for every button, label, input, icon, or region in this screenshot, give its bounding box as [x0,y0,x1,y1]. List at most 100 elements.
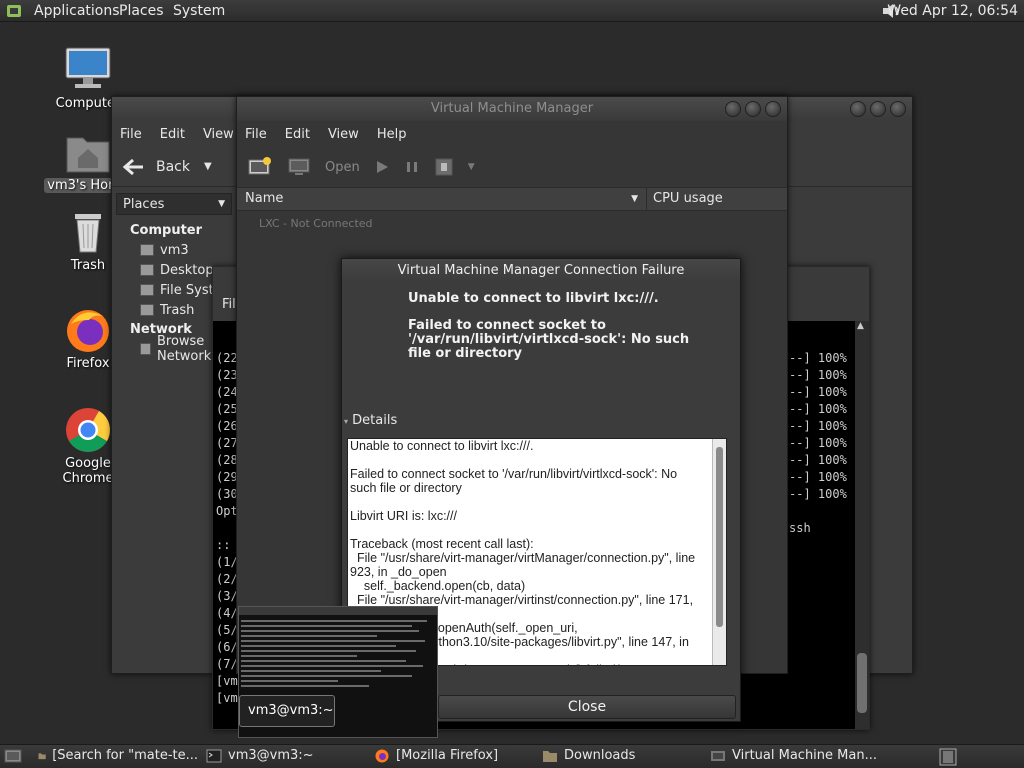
computer-icon [63,46,113,94]
preview-line [241,655,358,657]
column-cpu[interactable]: CPU usage [647,188,729,210]
scroll-up-icon[interactable]: ▲ [857,321,864,331]
menu-help[interactable]: Help [377,127,417,142]
preview-label: vm3@vm3:~ [239,695,335,727]
menu-edit[interactable]: Edit [285,127,320,142]
column-name[interactable]: Name ▼ [237,188,647,210]
terminal-line: (6/ [216,640,238,654]
desktop-icon-label: Firefox [66,356,110,371]
preview-line [241,680,338,682]
scrollbar-thumb[interactable] [716,447,723,627]
terminal-progress-line: --] 100% [789,385,847,399]
virt-manager-titlebar[interactable]: Virtual Machine Manager [237,97,787,121]
details-expander[interactable]: ▾ Details [344,413,397,428]
pause-icon[interactable] [404,159,420,175]
menu-file[interactable]: File [245,127,277,142]
preview-line [241,670,381,672]
minimize-button[interactable] [850,101,866,117]
maximize-button[interactable] [745,101,761,117]
window-buttons [850,101,906,117]
play-icon[interactable] [374,159,390,175]
sidebar-item-label: Trash [160,302,195,318]
terminal-line: (7/ [216,657,238,671]
error-secondary-text: Failed to connect socket to '/var/run/li… [408,318,690,361]
firefox-icon [375,749,389,762]
sidebar-item-label: vm3 [160,242,189,258]
close-button[interactable]: Close [438,695,736,719]
terminal-line: :: [216,538,231,552]
trash-icon [140,304,154,316]
open-button[interactable]: Open [325,160,360,175]
home-folder-icon [63,128,113,176]
workspace-switcher-icon[interactable] [938,748,958,766]
menu-view[interactable]: View [328,127,369,142]
terminal-scrollbar[interactable]: ▲ [855,321,869,729]
chevron-down-icon[interactable]: ▼ [204,161,212,172]
show-desktop-icon[interactable] [4,748,22,764]
sidebar-item-vm3[interactable]: vm3 [112,240,236,260]
terminal-menu-file[interactable]: Fil [222,297,236,312]
terminal-line: (29 [216,470,238,484]
chrome-icon [63,406,113,454]
virt-manager-toolbar: Open ▼ [237,147,787,187]
mate-logo-icon[interactable] [6,3,22,19]
terminal-line: (25 [216,402,238,416]
dialog-title: Virtual Machine Manager Connection Failu… [342,259,740,281]
shutdown-icon[interactable] [434,157,454,177]
error-primary-text: Unable to connect to libvirt lxc:///. [408,291,659,306]
drive-icon [140,284,154,296]
desktop-icon-label: Trash [70,258,106,273]
taskbar-item-terminal[interactable]: vm3@vm3:~ [206,748,366,763]
window-title: Virtual Machine Manager [430,101,594,116]
window-preview-popup[interactable]: vm3@vm3:~ [238,606,438,738]
bottom-panel: [Search for "mate-te... vm3@vm3:~ [Mozil… [0,744,1024,768]
terminal-line: (23 [216,368,238,382]
firefox-icon [63,306,113,354]
system-menu[interactable]: System [173,3,225,19]
scrollbar-thumb[interactable] [857,653,867,713]
new-vm-icon[interactable] [247,156,273,178]
close-button[interactable] [765,101,781,117]
close-button[interactable] [890,101,906,117]
terminal-line: (27 [216,436,238,450]
taskbar-label: [Mozilla Firefox] [396,748,499,763]
preview-line [241,645,397,647]
back-arrow-icon[interactable] [122,157,146,177]
taskbar-label: vm3@vm3:~ [228,748,314,763]
preview-line [241,620,428,622]
virt-manager-menubar: File Edit View Help [237,121,787,147]
vm-list-header: Name ▼ CPU usage [237,187,787,211]
menu-file[interactable]: File [120,127,152,142]
taskbar-label: [Search for "mate-te... [52,748,198,763]
home-icon [140,244,154,256]
window-buttons [725,101,781,117]
chevron-down-icon[interactable]: ▼ [468,162,475,172]
terminal-line: (22 [216,351,238,365]
places-menu[interactable]: Places [119,3,164,19]
places-dropdown[interactable]: Places ▼ [116,193,232,215]
folder-icon [38,752,46,759]
terminal-line: (30 [216,487,238,501]
preview-line [241,665,424,667]
menu-edit[interactable]: Edit [160,127,195,142]
terminal-line: (26 [216,419,238,433]
applications-menu[interactable]: Applications [34,3,120,19]
details-scrollbar[interactable] [712,439,726,665]
clock[interactable]: Wed Apr 12, 06:54 [887,3,1018,19]
maximize-button[interactable] [870,101,886,117]
terminal-progress-line: --] 100% [789,470,847,484]
back-button[interactable]: Back [156,159,190,175]
minimize-button[interactable] [725,101,741,117]
terminal-line: (4/ [216,606,238,620]
taskbar-item-firefox[interactable]: [Mozilla Firefox] [374,748,534,763]
connection-row[interactable]: LXC - Not Connected [237,211,787,230]
taskbar-item-downloads[interactable]: Downloads [542,748,702,763]
terminal-line: (24 [216,385,238,399]
taskbar-item-search[interactable]: [Search for "mate-te... [38,748,198,763]
terminal-line: (28 [216,453,238,467]
terminal-progress-line: --] 100% [789,419,847,433]
monitor-icon[interactable] [287,157,311,177]
terminal-progress-line: --] 100% [789,402,847,416]
taskbar-item-virt-manager[interactable]: Virtual Machine Man... [710,748,880,763]
terminal-icon [206,749,222,762]
